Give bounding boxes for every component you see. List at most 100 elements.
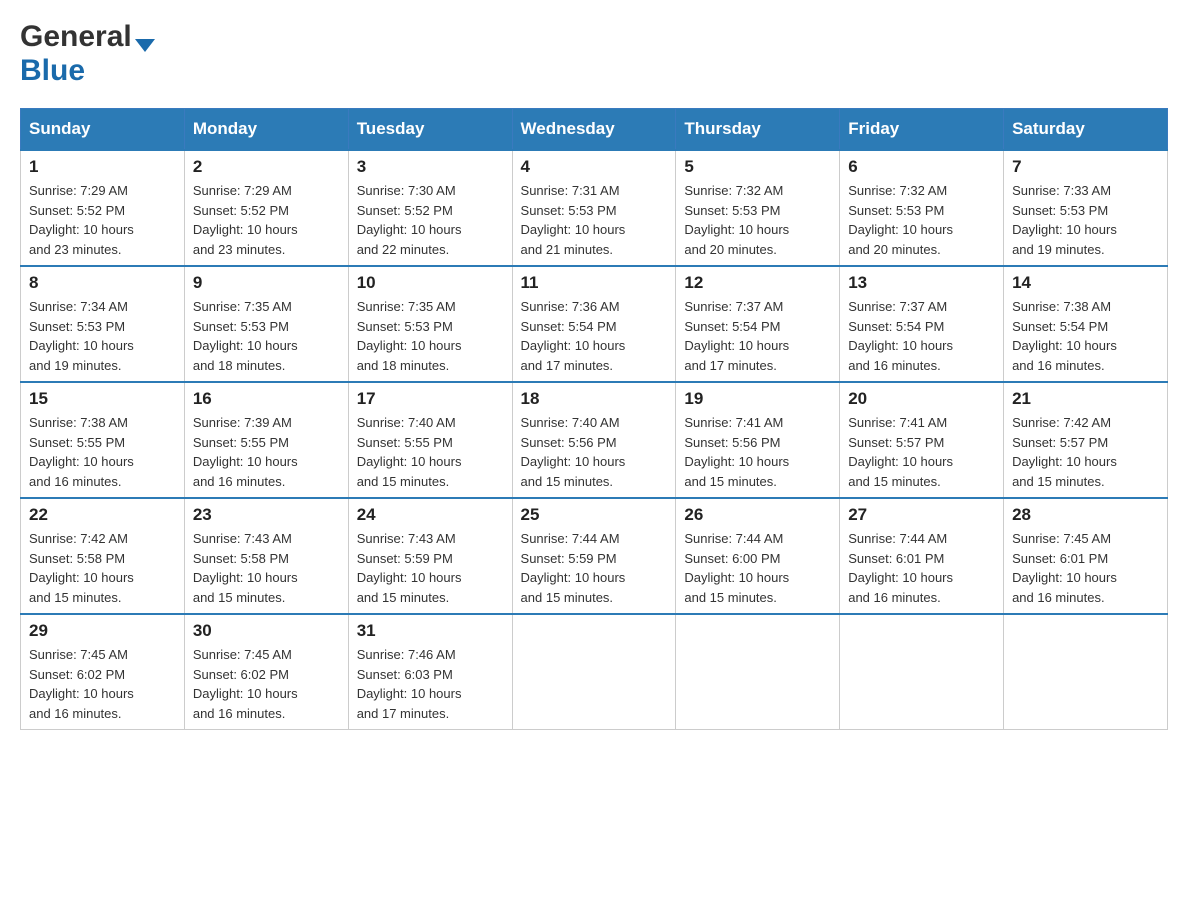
day-number: 19 [684,389,831,409]
col-friday: Friday [840,109,1004,151]
day-cell: 2 Sunrise: 7:29 AMSunset: 5:52 PMDaylight… [184,150,348,266]
day-cell: 15 Sunrise: 7:38 AMSunset: 5:55 PMDayligh… [21,382,185,498]
day-info: Sunrise: 7:41 AMSunset: 5:56 PMDaylight:… [684,413,831,491]
week-row-5: 29Sunrise: 7:45 AMSunset: 6:02 PMDayligh… [21,614,1168,730]
day-info: Sunrise: 7:37 AMSunset: 5:54 PMDaylight:… [684,297,831,375]
day-info: Sunrise: 7:35 AMSunset: 5:53 PMDaylight:… [357,297,504,375]
logo-general: General [20,20,132,54]
day-number: 4 [521,157,668,177]
day-number: 7 [1012,157,1159,177]
day-info: Sunrise: 7:32 AMSunset: 5:53 PMDaylight:… [848,181,995,259]
day-cell: 17 Sunrise: 7:40 AMSunset: 5:55 PMDayligh… [348,382,512,498]
week-row-4: 22 Sunrise: 7:42 AMSunset: 5:58 PMDayligh… [21,498,1168,614]
day-number: 14 [1012,273,1159,293]
day-info: Sunrise: 7:42 AMSunset: 5:58 PMDaylight:… [29,529,176,607]
day-cell: 28Sunrise: 7:45 AMSunset: 6:01 PMDayligh… [1004,498,1168,614]
day-number: 8 [29,273,176,293]
day-info: Sunrise: 7:35 AMSunset: 5:53 PMDaylight:… [193,297,340,375]
day-info: Sunrise: 7:45 AMSunset: 6:01 PMDaylight:… [1012,529,1159,607]
day-cell: 8 Sunrise: 7:34 AMSunset: 5:53 PMDaylight… [21,266,185,382]
day-info: Sunrise: 7:38 AMSunset: 5:55 PMDaylight:… [29,413,176,491]
day-number: 23 [193,505,340,525]
day-info: Sunrise: 7:40 AMSunset: 5:55 PMDaylight:… [357,413,504,491]
week-row-3: 15 Sunrise: 7:38 AMSunset: 5:55 PMDayligh… [21,382,1168,498]
page-header: General Blue [20,20,1168,88]
day-number: 13 [848,273,995,293]
day-number: 22 [29,505,176,525]
day-info: Sunrise: 7:29 AMSunset: 5:52 PMDaylight:… [193,181,340,259]
day-cell [676,614,840,730]
day-number: 12 [684,273,831,293]
day-number: 31 [357,621,504,641]
logo-arrow-icon [135,39,155,52]
day-number: 2 [193,157,340,177]
day-info: Sunrise: 7:29 AMSunset: 5:52 PMDaylight:… [29,181,176,259]
day-cell: 27 Sunrise: 7:44 AMSunset: 6:01 PMDayligh… [840,498,1004,614]
day-number: 10 [357,273,504,293]
day-info: Sunrise: 7:46 AMSunset: 6:03 PMDaylight:… [357,645,504,723]
day-info: Sunrise: 7:44 AMSunset: 6:01 PMDaylight:… [848,529,995,607]
day-cell: 26 Sunrise: 7:44 AMSunset: 6:00 PMDayligh… [676,498,840,614]
day-cell: 18Sunrise: 7:40 AMSunset: 5:56 PMDayligh… [512,382,676,498]
day-info: Sunrise: 7:45 AMSunset: 6:02 PMDaylight:… [193,645,340,723]
day-cell: 19 Sunrise: 7:41 AMSunset: 5:56 PMDayligh… [676,382,840,498]
day-number: 17 [357,389,504,409]
day-number: 20 [848,389,995,409]
logo: General Blue [20,20,155,88]
day-number: 9 [193,273,340,293]
day-cell [1004,614,1168,730]
day-cell: 24 Sunrise: 7:43 AMSunset: 5:59 PMDayligh… [348,498,512,614]
day-info: Sunrise: 7:44 AMSunset: 5:59 PMDaylight:… [521,529,668,607]
day-cell: 10 Sunrise: 7:35 AMSunset: 5:53 PMDayligh… [348,266,512,382]
day-info: Sunrise: 7:44 AMSunset: 6:00 PMDaylight:… [684,529,831,607]
day-number: 26 [684,505,831,525]
day-number: 11 [521,273,668,293]
day-cell [840,614,1004,730]
day-info: Sunrise: 7:38 AMSunset: 5:54 PMDaylight:… [1012,297,1159,375]
day-cell: 11Sunrise: 7:36 AMSunset: 5:54 PMDayligh… [512,266,676,382]
col-thursday: Thursday [676,109,840,151]
day-info: Sunrise: 7:37 AMSunset: 5:54 PMDaylight:… [848,297,995,375]
col-wednesday: Wednesday [512,109,676,151]
day-cell: 16Sunrise: 7:39 AMSunset: 5:55 PMDayligh… [184,382,348,498]
day-number: 25 [521,505,668,525]
day-cell: 6 Sunrise: 7:32 AMSunset: 5:53 PMDaylight… [840,150,1004,266]
day-info: Sunrise: 7:30 AMSunset: 5:52 PMDaylight:… [357,181,504,259]
day-cell: 30 Sunrise: 7:45 AMSunset: 6:02 PMDayligh… [184,614,348,730]
day-number: 16 [193,389,340,409]
day-cell: 7 Sunrise: 7:33 AMSunset: 5:53 PMDaylight… [1004,150,1168,266]
day-cell: 4 Sunrise: 7:31 AMSunset: 5:53 PMDaylight… [512,150,676,266]
day-number: 15 [29,389,176,409]
col-tuesday: Tuesday [348,109,512,151]
week-row-1: 1Sunrise: 7:29 AMSunset: 5:52 PMDaylight… [21,150,1168,266]
day-info: Sunrise: 7:43 AMSunset: 5:59 PMDaylight:… [357,529,504,607]
day-number: 30 [193,621,340,641]
week-row-2: 8 Sunrise: 7:34 AMSunset: 5:53 PMDaylight… [21,266,1168,382]
day-number: 27 [848,505,995,525]
col-saturday: Saturday [1004,109,1168,151]
day-info: Sunrise: 7:32 AMSunset: 5:53 PMDaylight:… [684,181,831,259]
day-info: Sunrise: 7:33 AMSunset: 5:53 PMDaylight:… [1012,181,1159,259]
day-cell: 21Sunrise: 7:42 AMSunset: 5:57 PMDayligh… [1004,382,1168,498]
day-cell: 12 Sunrise: 7:37 AMSunset: 5:54 PMDayligh… [676,266,840,382]
day-number: 24 [357,505,504,525]
day-cell: 5 Sunrise: 7:32 AMSunset: 5:53 PMDaylight… [676,150,840,266]
day-number: 6 [848,157,995,177]
day-info: Sunrise: 7:34 AMSunset: 5:53 PMDaylight:… [29,297,176,375]
day-cell: 29Sunrise: 7:45 AMSunset: 6:02 PMDayligh… [21,614,185,730]
day-info: Sunrise: 7:31 AMSunset: 5:53 PMDaylight:… [521,181,668,259]
day-number: 5 [684,157,831,177]
day-cell: 13 Sunrise: 7:37 AMSunset: 5:54 PMDayligh… [840,266,1004,382]
day-cell: 14 Sunrise: 7:38 AMSunset: 5:54 PMDayligh… [1004,266,1168,382]
logo-blue: Blue [20,54,85,87]
day-cell: 20 Sunrise: 7:41 AMSunset: 5:57 PMDayligh… [840,382,1004,498]
day-number: 3 [357,157,504,177]
day-cell: 31 Sunrise: 7:46 AMSunset: 6:03 PMDayligh… [348,614,512,730]
calendar-table: Sunday Monday Tuesday Wednesday Thursday… [20,108,1168,730]
day-cell: 3 Sunrise: 7:30 AMSunset: 5:52 PMDaylight… [348,150,512,266]
day-cell: 25 Sunrise: 7:44 AMSunset: 5:59 PMDayligh… [512,498,676,614]
day-cell [512,614,676,730]
day-info: Sunrise: 7:41 AMSunset: 5:57 PMDaylight:… [848,413,995,491]
day-info: Sunrise: 7:45 AMSunset: 6:02 PMDaylight:… [29,645,176,723]
day-cell: 23Sunrise: 7:43 AMSunset: 5:58 PMDayligh… [184,498,348,614]
